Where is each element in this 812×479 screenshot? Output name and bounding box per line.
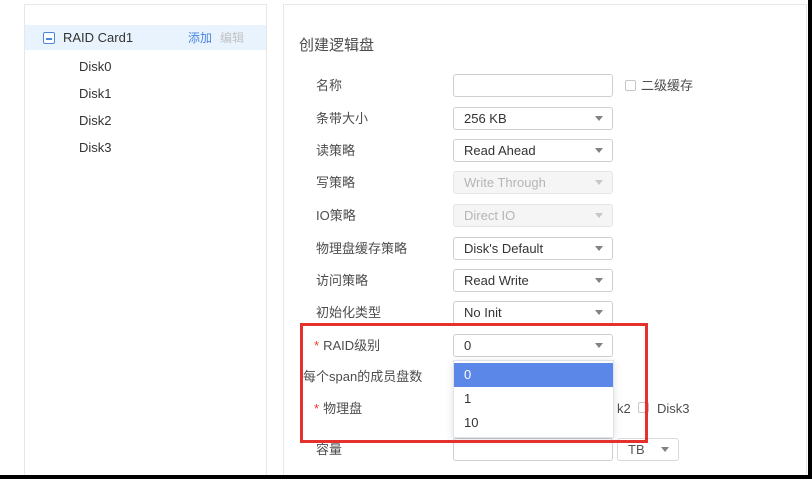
- raid-level-option-10[interactable]: 10: [454, 411, 613, 435]
- span-members-label: 每个span的成员盘数: [303, 365, 422, 388]
- caret-down-icon: [595, 148, 603, 153]
- physical-disks-label: *物理盘: [314, 397, 362, 420]
- window-edge-right: [808, 0, 812, 479]
- caret-down-icon: [661, 447, 669, 452]
- secondary-cache-checkbox[interactable]: [625, 80, 636, 91]
- disk-cache-policy-value: Disk's Default: [464, 238, 543, 259]
- access-policy-select[interactable]: Read Write: [453, 269, 613, 292]
- write-policy-value: Write Through: [464, 172, 546, 193]
- capacity-input[interactable]: [453, 438, 613, 461]
- required-star: *: [314, 338, 319, 353]
- io-policy-label: IO策略: [316, 204, 356, 227]
- read-policy-value: Read Ahead: [464, 140, 536, 161]
- name-label: 名称: [316, 74, 342, 97]
- stripe-size-select[interactable]: 256 KB: [453, 107, 613, 130]
- disk-cache-policy-select[interactable]: Disk's Default: [453, 237, 613, 260]
- init-type-value: No Init: [464, 302, 502, 323]
- write-policy-label: 写策略: [316, 171, 355, 194]
- sidebar-item-disk1[interactable]: Disk1: [25, 80, 266, 107]
- raid-level-dropdown: 0 1 10: [453, 360, 614, 438]
- caret-down-icon: [595, 310, 603, 315]
- collapse-minus-icon[interactable]: [43, 32, 55, 44]
- caret-down-icon: [595, 213, 603, 218]
- edit-link[interactable]: 编辑: [220, 29, 244, 46]
- read-policy-label: 读策略: [316, 139, 355, 162]
- tree-root-label: RAID Card1: [63, 30, 133, 45]
- secondary-cache-label: 二级缓存: [641, 74, 693, 97]
- sidebar-item-disk3[interactable]: Disk3: [25, 134, 266, 161]
- init-type-select[interactable]: No Init: [453, 301, 613, 324]
- capacity-label: 容量: [316, 438, 342, 461]
- raid-level-select[interactable]: 0: [453, 334, 613, 357]
- init-type-label: 初始化类型: [316, 301, 381, 324]
- disk-list: Disk0 Disk1 Disk2 Disk3: [25, 53, 266, 161]
- disk3-label: Disk3: [657, 397, 690, 420]
- disk-cache-policy-label: 物理盘缓存策略: [316, 237, 407, 260]
- write-policy-select: Write Through: [453, 171, 613, 194]
- stripe-size-value: 256 KB: [464, 108, 507, 129]
- stripe-size-label: 条带大小: [316, 107, 368, 130]
- caret-down-icon: [595, 246, 603, 251]
- access-policy-label: 访问策略: [316, 269, 368, 292]
- read-policy-select[interactable]: Read Ahead: [453, 139, 613, 162]
- required-star: *: [314, 401, 319, 416]
- io-policy-select: Direct IO: [453, 204, 613, 227]
- page-title: 创建逻辑盘: [299, 34, 374, 55]
- sidebar-item-disk0[interactable]: Disk0: [25, 53, 266, 80]
- raid-level-value: 0: [464, 335, 471, 356]
- disk3-checkbox[interactable]: [638, 402, 649, 413]
- main-panel: 创建逻辑盘 名称 二级缓存 条带大小 256 KB 读策略 Read Ahead…: [283, 4, 807, 479]
- access-policy-value: Read Write: [464, 270, 529, 291]
- name-input[interactable]: [453, 74, 613, 97]
- tree-root-row[interactable]: RAID Card1 添加 编辑: [25, 25, 266, 50]
- tree-actions: 添加 编辑: [188, 29, 244, 46]
- caret-down-icon: [595, 116, 603, 121]
- caret-down-icon: [595, 278, 603, 283]
- raid-level-option-0[interactable]: 0: [454, 363, 613, 387]
- caret-down-icon: [595, 343, 603, 348]
- app-screen: RAID Card1 添加 编辑 Disk0 Disk1 Disk2 Disk3…: [0, 0, 812, 479]
- sidebar-item-disk2[interactable]: Disk2: [25, 107, 266, 134]
- sidebar-panel: RAID Card1 添加 编辑 Disk0 Disk1 Disk2 Disk3: [24, 4, 267, 479]
- capacity-unit-value: TB: [628, 439, 645, 460]
- io-policy-value: Direct IO: [464, 205, 515, 226]
- caret-down-icon: [595, 180, 603, 185]
- window-edge-bottom: [0, 475, 812, 479]
- disk2-label-fragment: k2: [617, 397, 631, 420]
- add-link[interactable]: 添加: [188, 29, 212, 46]
- raid-level-label: *RAID级别: [314, 334, 380, 357]
- raid-level-option-1[interactable]: 1: [454, 387, 613, 411]
- capacity-unit-select[interactable]: TB: [617, 438, 679, 461]
